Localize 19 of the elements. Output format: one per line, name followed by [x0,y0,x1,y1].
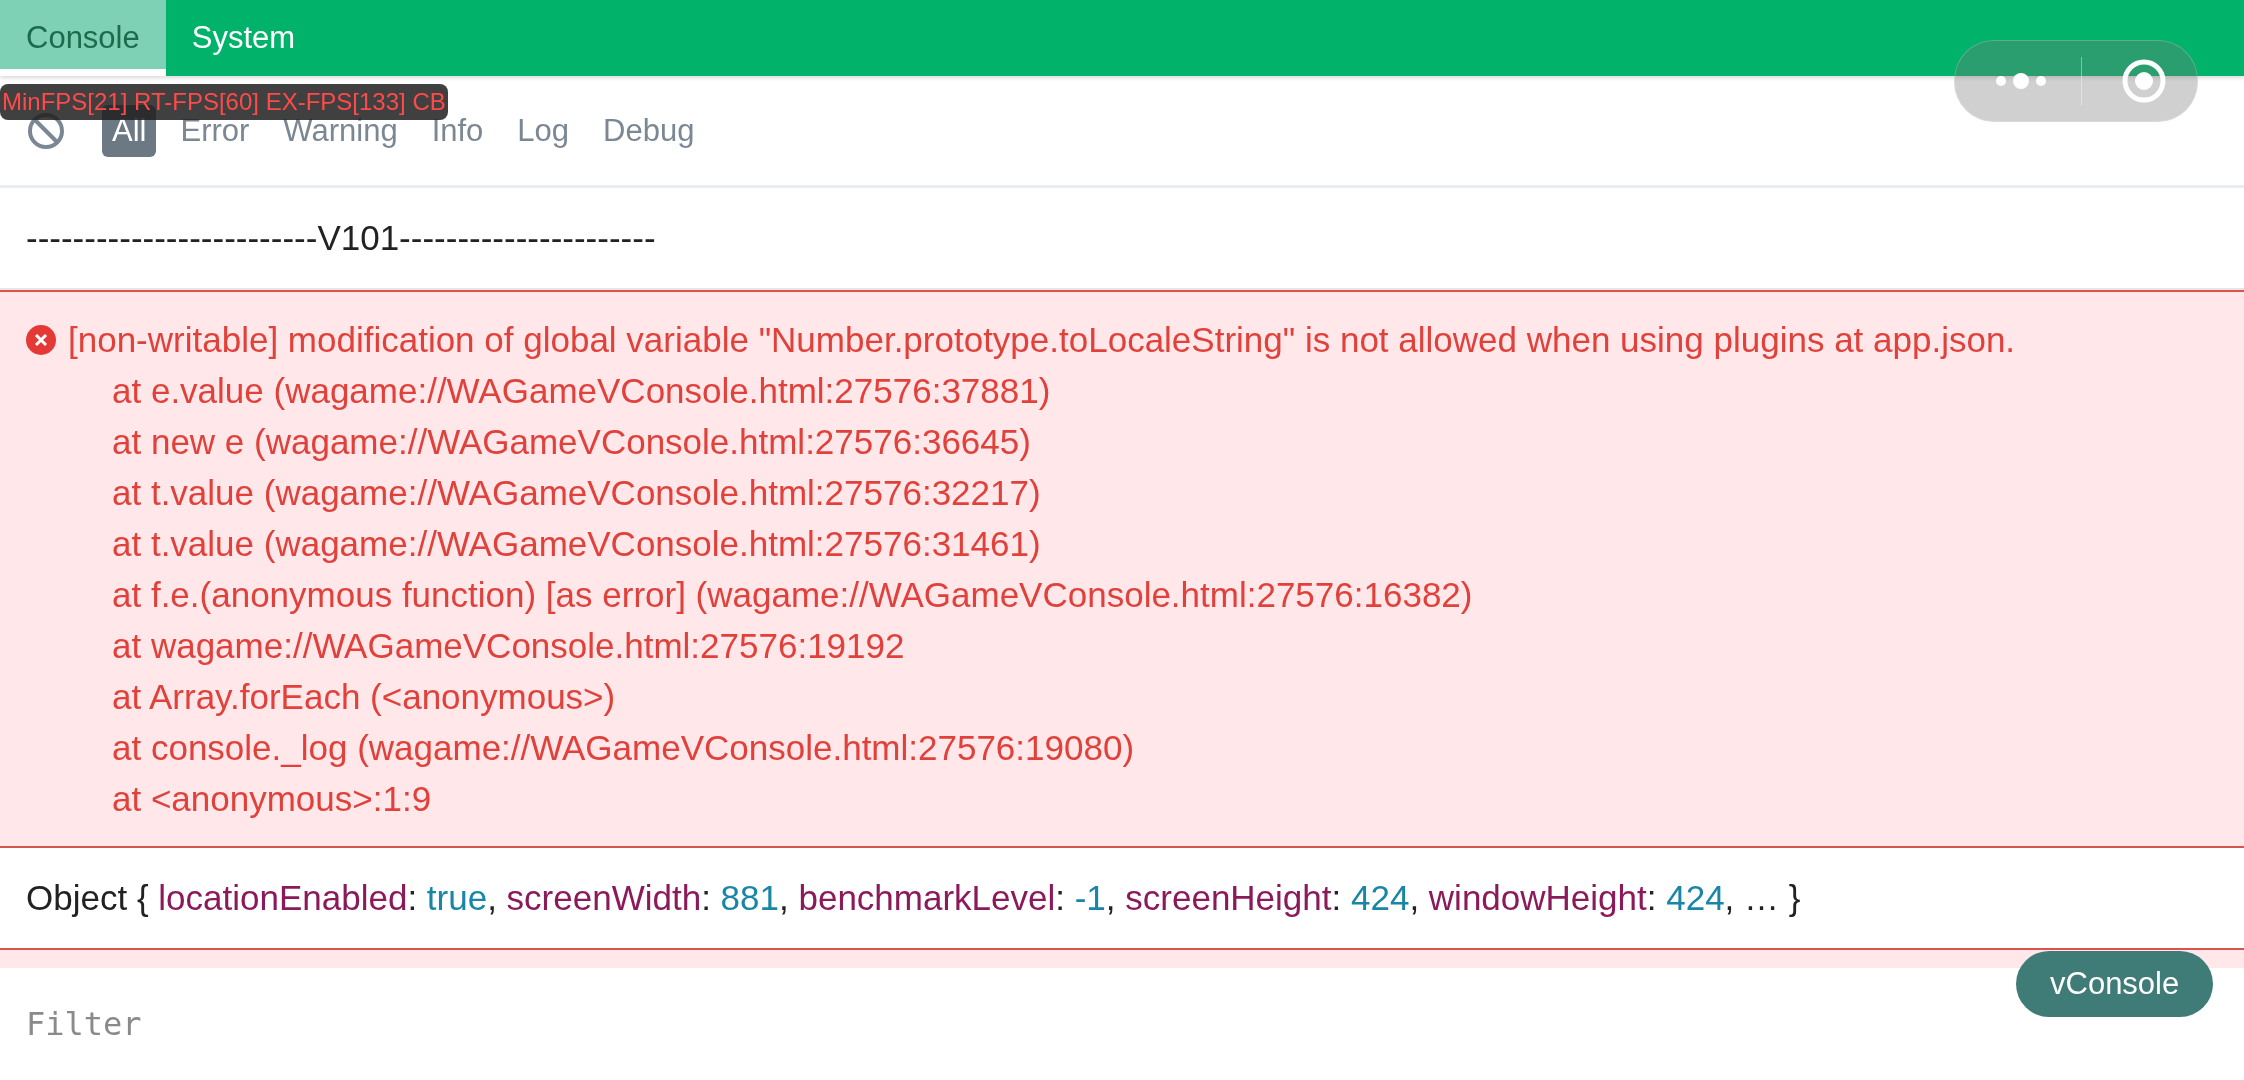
stack-trace-line: at e.value (wagame://WAGameVConsole.html:27576:37881) [112,370,1051,411]
tab[interactable]: Console [0,0,166,76]
fps-overlay: MinFPS[21] RT-FPS[60] EX-FPS[133] CB [0,84,448,120]
object-log: Object { locationEnabled: true, screenWidth: 881, benchmarkLevel: -1, screenHeight: 424, windowHeight: 424, … } [26,878,1801,917]
filter-tab[interactable]: Debug [593,104,705,157]
stack-trace-line: at <anonymous>:1:9 [112,778,432,819]
stack-trace-line: at wagame://WAGameVConsole.html:27576:19192 [112,625,905,666]
close-icon[interactable] [2120,57,2168,105]
error-icon [26,324,56,355]
stack-trace-line: at t.value (wagame://WAGameVConsole.html:27576:31461) [112,523,1041,564]
stack-trace-line: at Array.forEach (<anonymous>) [112,676,616,717]
tab[interactable]: System [165,0,322,76]
error-message: [non-writable] modification of global variable "Number.prototype.toLocaleString" is not allowed when using plugins at app.json. [68,319,2016,360]
vconsole-button[interactable]: vConsole [2016,951,2214,1017]
stack-trace-line: at new e (wagame://WAGameVConsole.html:27576:36645) [112,421,1031,462]
stack-trace-line: at console._log (wagame://WAGameVConsole.html:27576:19080) [112,727,1135,768]
filter-tab[interactable]: Log [507,104,580,157]
stack-trace-line: at f.e.(anonymous function) [as error] (wagame://WAGameVConsole.html:27576:16382) [112,574,1473,615]
stack-trace-line: at t.value (wagame://WAGameVConsole.html:27576:32217) [112,472,1041,513]
